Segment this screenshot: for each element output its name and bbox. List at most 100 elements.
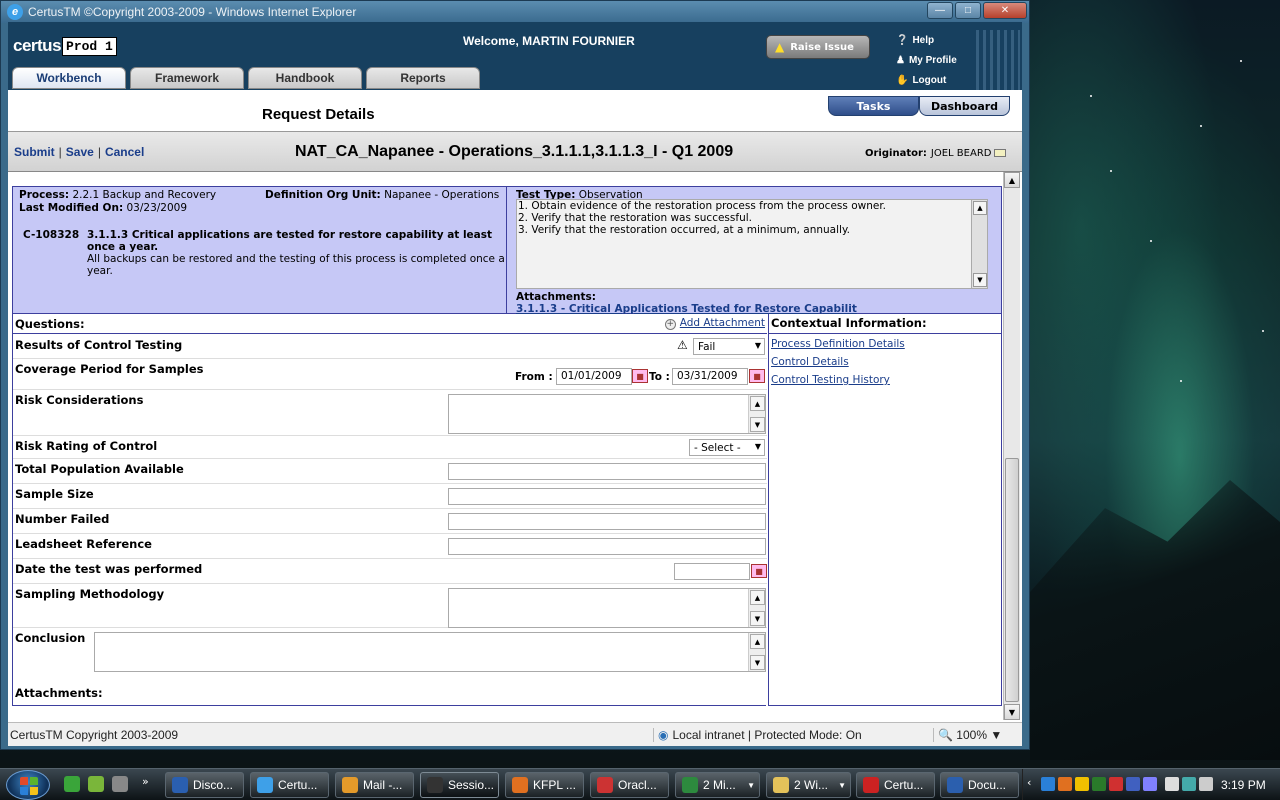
submit-link[interactable]: Submit: [14, 145, 55, 159]
tray-icon[interactable]: [1092, 777, 1106, 791]
logout-link[interactable]: ✋ Logout: [896, 70, 957, 90]
taskbar-button[interactable]: Certu...: [250, 772, 329, 798]
quicklaunch-icon[interactable]: [64, 776, 80, 792]
scroll-up-arrow-icon[interactable]: ▲: [750, 634, 765, 649]
scroll-up-arrow-icon[interactable]: ▲: [973, 201, 987, 215]
tab-reports[interactable]: Reports: [366, 67, 480, 89]
star: [1110, 170, 1112, 172]
minimize-button[interactable]: —: [927, 2, 953, 19]
scroll-up-arrow-icon[interactable]: ▲: [1004, 172, 1020, 188]
maximize-button[interactable]: □: [955, 2, 981, 19]
scroll-down-arrow-icon[interactable]: ▼: [973, 273, 987, 287]
help-link[interactable]: ❔ Help: [896, 30, 957, 50]
help-icon: ❔: [896, 34, 909, 46]
warning-icon: ▲: [775, 40, 785, 54]
tray-icon[interactable]: [1109, 777, 1123, 791]
question-label: Conclusion: [15, 631, 86, 645]
volume-icon[interactable]: [1199, 777, 1213, 791]
total-population-input[interactable]: [448, 463, 766, 480]
start-button[interactable]: [6, 770, 50, 800]
taskbar-button[interactable]: Mail -...: [335, 772, 414, 798]
tray-expand-icon[interactable]: ‹: [1027, 776, 1031, 789]
tray-icon[interactable]: [1075, 777, 1089, 791]
window-titlebar[interactable]: e CertusTM ©Copyright 2003-2009 - Window…: [1, 1, 1029, 23]
taskbar-button[interactable]: Docu...: [940, 772, 1019, 798]
dashboard-tab[interactable]: Dashboard: [919, 96, 1010, 116]
scroll-up-arrow-icon[interactable]: ▲: [750, 396, 765, 411]
leadsheet-reference-input[interactable]: [448, 538, 766, 555]
tab-workbench[interactable]: Workbench: [12, 67, 126, 89]
scrollbar-thumb[interactable]: [1005, 458, 1019, 702]
more-quicklaunch-icon[interactable]: »: [142, 775, 149, 788]
scroll-up-arrow-icon[interactable]: ▲: [750, 590, 765, 605]
control-details-link[interactable]: Control Details: [771, 356, 1001, 370]
taskbar-clock[interactable]: 3:19 PM: [1221, 778, 1266, 792]
network-icon[interactable]: [1182, 777, 1196, 791]
security-zone[interactable]: ◉ Local intranet | Protected Mode: On: [653, 728, 862, 742]
quicklaunch-icon[interactable]: [112, 776, 128, 792]
tray-icon[interactable]: [1041, 777, 1055, 791]
tab-handbook[interactable]: Handbook: [248, 67, 362, 89]
star: [1240, 60, 1242, 62]
tray-icon[interactable]: [1126, 777, 1140, 791]
test-steps-scrollbar[interactable]: ▲ ▼: [971, 200, 987, 288]
logout-icon: ✋: [896, 74, 909, 86]
my-profile-link[interactable]: ♟ My Profile: [896, 50, 957, 70]
sampling-methodology-textarea[interactable]: ▲ ▼: [448, 588, 766, 628]
add-attachment-link[interactable]: + Add Attachment: [664, 317, 765, 330]
taskbar-group-button[interactable]: 2 Wi... ▼: [766, 772, 851, 798]
taskbar-button[interactable]: Certu...: [856, 772, 935, 798]
tray-icon[interactable]: [1165, 777, 1179, 791]
quicklaunch-icon[interactable]: [88, 776, 104, 792]
process-definition-link[interactable]: Process Definition Details: [771, 338, 1001, 352]
test-date-input[interactable]: [674, 563, 750, 580]
session-icon: [427, 777, 443, 793]
certus-app: certus Prod 1 Welcome, MARTIN FOURNIER ▲…: [8, 22, 1022, 722]
scroll-down-arrow-icon[interactable]: ▼: [750, 611, 765, 626]
question-sample-size: Sample Size: [13, 484, 767, 509]
tasks-tab[interactable]: Tasks: [828, 96, 919, 116]
definition-org-value: Napanee - Operations: [384, 189, 500, 201]
number-failed-input[interactable]: [448, 513, 766, 530]
scrollbar[interactable]: ▲ ▼: [748, 395, 765, 433]
close-window-button[interactable]: ✕: [983, 2, 1027, 19]
taskbar-button[interactable]: KFPL ...: [505, 772, 584, 798]
taskbar-button[interactable]: Oracl...: [590, 772, 669, 798]
taskbar-button[interactable]: Disco...: [165, 772, 244, 798]
save-link[interactable]: Save: [66, 145, 94, 159]
conclusion-textarea[interactable]: ▲ ▼: [94, 632, 766, 672]
risk-considerations-textarea[interactable]: ▲ ▼: [448, 394, 766, 434]
scroll-down-arrow-icon[interactable]: ▼: [750, 655, 765, 670]
results-select[interactable]: Fail ▼: [693, 338, 765, 355]
question-label: Risk Rating of Control: [15, 439, 158, 453]
action-bar: Submit | Save | Cancel NAT_CA_Napanee - Oper…: [8, 132, 1022, 172]
taskbar-group-button[interactable]: 2 Mi... ▼: [675, 772, 760, 798]
scroll-down-arrow-icon[interactable]: ▼: [750, 417, 765, 432]
raise-issue-button[interactable]: ▲ Raise Issue: [766, 35, 870, 59]
taskbar-button[interactable]: Sessio...: [420, 772, 499, 798]
question-total-population: Total Population Available: [13, 459, 767, 484]
scrollbar[interactable]: ▲ ▼: [748, 589, 765, 627]
tab-framework[interactable]: Framework: [130, 67, 244, 89]
tray-icon[interactable]: [1143, 777, 1157, 791]
scrollbar[interactable]: ▲ ▼: [748, 633, 765, 671]
taskbar-label: 2 Wi...: [794, 778, 829, 792]
test-steps-box[interactable]: 1. Obtain evidence of the restoration pr…: [516, 199, 988, 289]
page-scrollbar[interactable]: ▲ ▼: [1003, 172, 1020, 720]
risk-rating-select[interactable]: - Select - ▼: [689, 439, 765, 456]
calendar-icon[interactable]: ■: [751, 564, 767, 578]
question-results: Results of Control Testing ⚠ Fail ▼: [13, 335, 767, 359]
control-testing-history-link[interactable]: Control Testing History: [771, 374, 1001, 388]
from-date-input[interactable]: 01/01/2009: [556, 368, 632, 385]
scroll-down-arrow-icon[interactable]: ▼: [1004, 704, 1020, 720]
calendar-icon[interactable]: ■: [749, 369, 765, 383]
sample-size-input[interactable]: [448, 488, 766, 505]
process-value: 2.2.1 Backup and Recovery: [72, 189, 217, 201]
cancel-link[interactable]: Cancel: [105, 145, 144, 159]
tray-icon[interactable]: [1058, 777, 1072, 791]
to-date-input[interactable]: 03/31/2009: [672, 368, 748, 385]
mail-icon[interactable]: [994, 149, 1007, 157]
calendar-icon[interactable]: ■: [632, 369, 648, 383]
warning-icon: ⚠: [677, 338, 688, 352]
zoom-control[interactable]: 🔍 100% ▼: [933, 728, 1002, 742]
